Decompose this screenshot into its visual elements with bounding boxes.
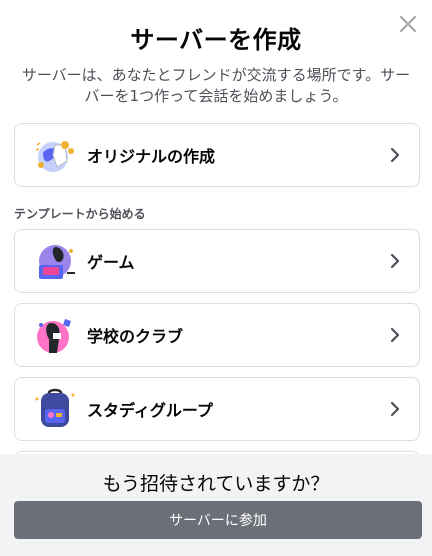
- gaming-icon: [39, 245, 75, 279]
- template-label-gaming: ゲーム: [87, 253, 135, 272]
- template-label-study-group: スタディグループ: [87, 401, 213, 420]
- chevron-right-icon: [390, 327, 400, 343]
- modal-footer: もう招待されていますか？ サーバーに参加: [0, 454, 432, 556]
- study-group-backpack-icon: [35, 388, 75, 427]
- globe-icon: [35, 141, 74, 172]
- create-server-modal: サーバーを作成 サーバーは、あなたとフレンドが交流する場所です。サーバーを1つ作…: [0, 0, 432, 556]
- template-option-gaming[interactable]: ゲーム: [14, 229, 420, 293]
- join-server-button[interactable]: サーバーに参加: [14, 501, 422, 539]
- template-option-school-club[interactable]: 学校のクラブ: [14, 303, 420, 367]
- template-label-school-club: 学校のクラブ: [87, 327, 184, 346]
- create-own-option[interactable]: オリジナルの作成: [14, 123, 420, 187]
- template-option-study-group[interactable]: スタディグループ: [14, 377, 420, 441]
- modal-subtitle: サーバーは、あなたとフレンドが交流する場所です。サーバーを1つ作って会話を始めま…: [21, 66, 411, 105]
- close-icon: [400, 16, 416, 32]
- close-button[interactable]: [396, 12, 420, 36]
- create-own-label: オリジナルの作成: [87, 147, 216, 166]
- school-club-icon: [37, 319, 71, 353]
- chevron-right-icon: [390, 401, 400, 417]
- chevron-right-icon: [390, 147, 400, 163]
- modal-title: サーバーを作成: [130, 26, 302, 54]
- invite-question: もう招待されていますか？: [102, 473, 330, 495]
- template-section-label: テンプレートから始める: [14, 207, 146, 221]
- chevron-right-icon: [390, 253, 400, 269]
